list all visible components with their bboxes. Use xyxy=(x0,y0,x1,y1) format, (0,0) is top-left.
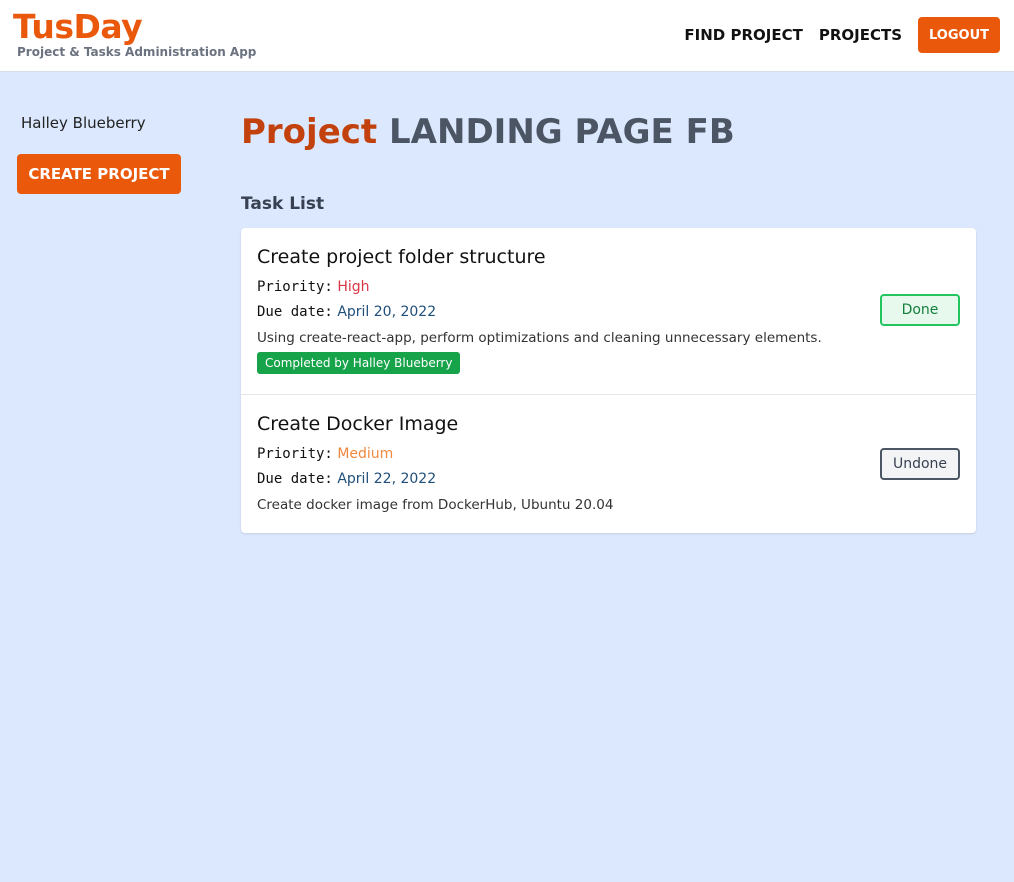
user-name: Halley Blueberry xyxy=(21,114,146,132)
brand[interactable]: TusDay Project & Tasks Administration Ap… xyxy=(13,8,257,60)
task-undone-button[interactable]: Undone xyxy=(880,448,960,480)
task-description: Using create-react-app, perform optimiza… xyxy=(257,330,822,346)
task-done-button[interactable]: Done xyxy=(880,294,960,326)
page-title: Project LANDING PAGE FB xyxy=(241,108,976,156)
task-priority-row: Priority: Medium xyxy=(257,442,960,467)
priority-label: Priority: xyxy=(257,279,333,295)
task-title: Create Docker Image xyxy=(257,413,459,435)
task-item: Create Docker Image Priority: Medium Due… xyxy=(241,395,976,533)
logout-button[interactable]: LOGOUT xyxy=(918,17,1000,53)
due-date-label: Due date: xyxy=(257,304,333,320)
priority-value: High xyxy=(337,279,370,295)
task-list-heading: Task List xyxy=(241,194,325,214)
task-description: Create docker image from DockerHub, Ubun… xyxy=(257,497,614,513)
nav-links: FIND PROJECT PROJECTS LOGOUT xyxy=(684,17,1000,53)
page-title-prefix: Project xyxy=(241,112,378,152)
due-date-value: April 22, 2022 xyxy=(337,471,437,487)
project-name: LANDING PAGE FB xyxy=(389,112,735,152)
due-date-value: April 20, 2022 xyxy=(337,304,437,320)
task-item: Create project folder structure Priority… xyxy=(241,228,976,395)
task-due-date-row: Due date: April 20, 2022 xyxy=(257,300,960,325)
nav-find-project-link[interactable]: FIND PROJECT xyxy=(684,26,802,44)
priority-label: Priority: xyxy=(257,446,333,462)
nav-projects-link[interactable]: PROJECTS xyxy=(819,26,902,44)
create-project-button[interactable]: CREATE PROJECT xyxy=(17,154,181,194)
task-priority-row: Priority: High xyxy=(257,275,960,300)
task-due-date-row: Due date: April 22, 2022 xyxy=(257,467,960,492)
brand-tagline: Project & Tasks Administration App xyxy=(17,45,257,59)
due-date-label: Due date: xyxy=(257,471,333,487)
sidebar: Halley Blueberry CREATE PROJECT xyxy=(17,114,187,194)
top-navbar: TusDay Project & Tasks Administration Ap… xyxy=(0,0,1014,72)
main-content: Project LANDING PAGE FB Task List Create… xyxy=(241,108,976,533)
task-title: Create project folder structure xyxy=(257,246,546,268)
completed-badge: Completed by Halley Blueberry xyxy=(257,352,461,374)
priority-value: Medium xyxy=(337,446,394,462)
task-meta: Priority: High Due date: April 20, 2022 xyxy=(257,275,960,325)
task-list: Create project folder structure Priority… xyxy=(241,228,976,533)
task-meta: Priority: Medium Due date: April 22, 202… xyxy=(257,442,960,492)
brand-logo[interactable]: TusDay xyxy=(13,8,256,46)
